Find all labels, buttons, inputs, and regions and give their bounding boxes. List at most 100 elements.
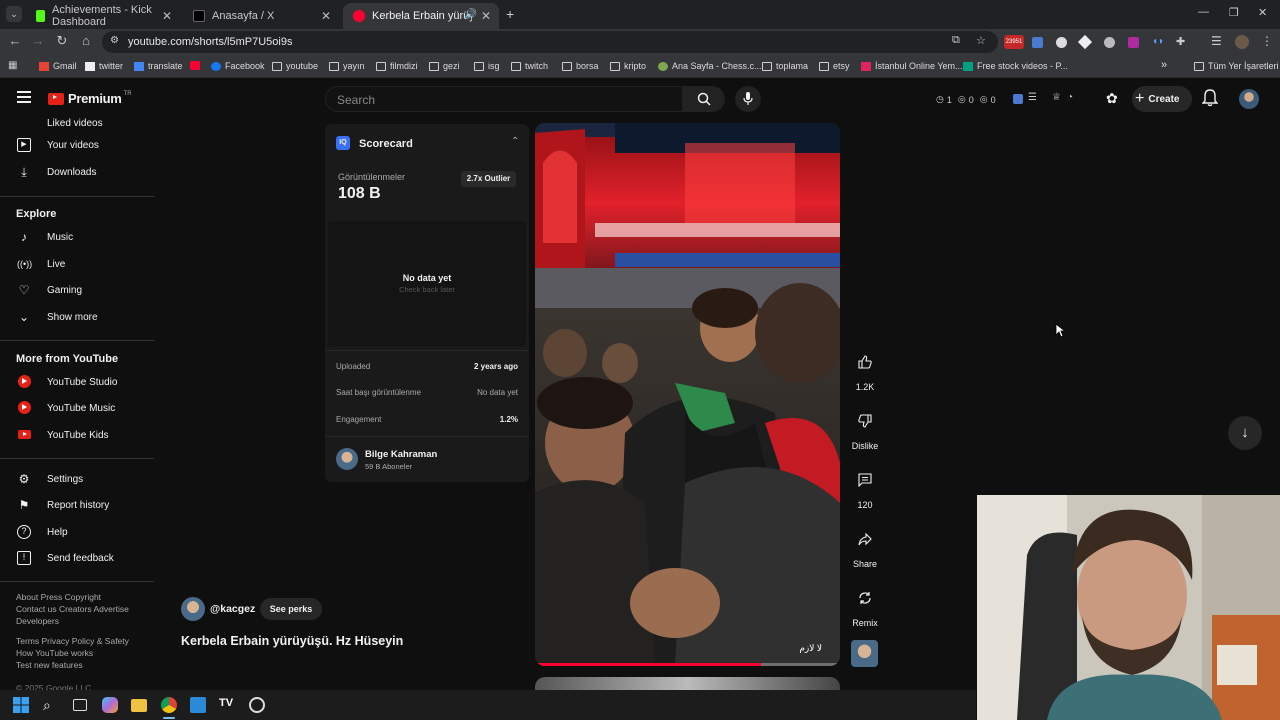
extension-icon[interactable]	[1013, 94, 1023, 104]
bookmark-filmdizi[interactable]: filmdizi	[376, 61, 418, 71]
bookmark-toplama[interactable]: toplama	[762, 61, 808, 71]
extension-icon[interactable]	[1056, 37, 1067, 48]
share-button[interactable]: Share	[849, 525, 881, 569]
copilot-icon[interactable]	[102, 697, 118, 713]
bookmark-all[interactable]: Tüm Yer İşaretleri	[1194, 61, 1279, 71]
extension-badge[interactable]: 23951	[1004, 35, 1024, 49]
header-stats[interactable]: ◷ 1 ◎ 0 ◎ 0	[936, 94, 996, 105]
notifications-bell-icon[interactable]	[1201, 89, 1219, 112]
home-icon[interactable]: ⌂	[77, 33, 95, 48]
like-button[interactable]: 1.2K	[849, 348, 881, 392]
profile-avatar[interactable]	[1235, 35, 1249, 49]
star-icon[interactable]: ☆	[976, 34, 986, 47]
sound-avatar[interactable]	[851, 640, 878, 667]
tradingview-icon[interactable]: TV	[219, 697, 235, 713]
footer-links[interactable]: Developers	[16, 616, 59, 626]
tab-x[interactable]: Anasayfa / X ✕	[183, 3, 339, 29]
channel-handle[interactable]: @kacgez	[210, 603, 255, 615]
speaker-icon[interactable]: 🔊	[465, 9, 477, 20]
bookmark-twitter[interactable]: twitter	[85, 61, 123, 71]
bookmark-kripto[interactable]: kripto	[610, 61, 646, 71]
remote-desktop-icon[interactable]	[190, 697, 206, 713]
footer-links[interactable]: About Press Copyright	[16, 592, 101, 602]
address-bar[interactable]: ⚙ youtube.com/shorts/l5mP7U5oi9s ⧉ ☆	[102, 31, 998, 53]
footer-links[interactable]: Terms Privacy Policy & Safety	[16, 636, 129, 646]
tab-youtube[interactable]: Kerbela Erbain yürüyüşü. H... 🔊 ✕	[343, 3, 499, 29]
task-view-icon[interactable]	[73, 699, 87, 711]
back-icon[interactable]: ←	[6, 33, 24, 48]
sidebar-item-help[interactable]: ? Help	[0, 519, 154, 545]
bookmark-borsa[interactable]: borsa	[562, 61, 599, 71]
bookmark-gmail[interactable]: Gmail	[39, 61, 77, 71]
search-button[interactable]	[683, 86, 725, 112]
tab-kick[interactable]: Achievements - Kick Dashboard ✕	[26, 3, 180, 29]
footer-links[interactable]: How YouTube works	[16, 648, 93, 658]
collapse-chevron-icon[interactable]: ⌃	[511, 136, 519, 147]
file-explorer-icon[interactable]	[131, 699, 147, 712]
close-icon[interactable]: ✕	[481, 9, 491, 23]
bookmark-yayin[interactable]: yayın	[329, 61, 365, 71]
footer-links[interactable]: Test new features	[16, 660, 83, 670]
windows-start-icon[interactable]	[13, 697, 29, 713]
video-progress-track[interactable]	[535, 663, 840, 666]
bookmark-translate[interactable]: translate	[134, 61, 183, 71]
new-tab-button[interactable]: +	[506, 6, 514, 22]
sidebar-item-show-more[interactable]: ⌄ Show more	[0, 304, 154, 330]
bookmark-isg[interactable]: isg	[474, 61, 500, 71]
sidebar-item-youtube-music[interactable]: YouTube Music	[0, 395, 154, 421]
sidebar-item-send-feedback[interactable]: ! Send feedback	[0, 545, 154, 571]
list-icon[interactable]: ☰	[1028, 92, 1037, 103]
reading-list-icon[interactable]: ☰	[1211, 34, 1222, 48]
channel-name[interactable]: Bilge Kahraman	[365, 449, 437, 460]
extension-icon[interactable]: ◖◗	[1152, 36, 1164, 47]
apps-grid-icon[interactable]: ▦	[8, 60, 17, 71]
bookmark-chess[interactable]: Ana Sayfa - Chess.c...	[658, 61, 762, 71]
notification-bell-small-icon[interactable]: ◔	[1067, 92, 1073, 103]
minimize-button[interactable]: —	[1198, 6, 1209, 18]
remix-button[interactable]: Remix	[849, 584, 881, 628]
next-video-button[interactable]: ↓	[1228, 416, 1262, 450]
sidebar-item-settings[interactable]: ⚙ Settings	[0, 466, 154, 492]
sidebar-item-gaming[interactable]: ♡ Gaming	[0, 277, 154, 303]
trophy-icon[interactable]: ♕	[1052, 92, 1061, 103]
dislike-button[interactable]: Dislike	[849, 407, 881, 451]
extension-gear-icon[interactable]: ✿	[1106, 90, 1118, 107]
extension-icon[interactable]	[1128, 37, 1139, 48]
sidebar-item-downloads[interactable]: ⤓ Downloads	[0, 159, 154, 185]
more-bookmarks-icon[interactable]: »	[1161, 59, 1167, 71]
channel-avatar[interactable]	[181, 597, 205, 621]
shorts-video-player[interactable]: لا لازم	[535, 123, 840, 666]
voice-search-button[interactable]	[735, 86, 761, 112]
bookmark-yemeksepeti[interactable]: İstanbul Online Yem...	[861, 61, 963, 71]
next-video-preview[interactable]	[535, 677, 840, 690]
youtube-logo[interactable]: Premium TR	[48, 91, 132, 106]
chrome-icon[interactable]	[161, 697, 177, 713]
comments-button[interactable]: 120	[849, 466, 881, 510]
sidebar-item-your-videos[interactable]: ▶ Your videos	[0, 132, 154, 158]
sidebar-item-report-history[interactable]: ⚑ Report history	[0, 492, 154, 518]
site-info-icon[interactable]: ⚙	[110, 35, 119, 46]
url-text[interactable]: youtube.com/shorts/l5mP7U5oi9s	[128, 36, 292, 48]
close-icon[interactable]: ✕	[162, 9, 172, 23]
bookmark-youtube[interactable]: youtube	[272, 61, 318, 71]
footer-links[interactable]: Contact us Creators Advertise	[16, 604, 129, 614]
hamburger-menu-icon[interactable]	[17, 91, 31, 103]
sidebar-item-youtube-kids[interactable]: YouTube Kids	[0, 422, 154, 448]
bookmark-etsy[interactable]: etsy	[819, 61, 850, 71]
see-perks-button[interactable]: See perks	[260, 598, 322, 620]
extension-icon[interactable]	[1104, 37, 1115, 48]
sidebar-item-music[interactable]: ♪ Music	[0, 224, 154, 250]
install-icon[interactable]: ⧉	[952, 34, 960, 47]
close-window-button[interactable]: ✕	[1258, 6, 1267, 19]
bookmark-pexels[interactable]: Free stock videos - P...	[963, 61, 1068, 71]
extension-icon[interactable]	[1077, 34, 1093, 50]
search-icon[interactable]: ⌕	[43, 697, 59, 713]
bookmark-facebook[interactable]: Facebook	[211, 61, 265, 71]
bookmark-gezi[interactable]: gezi	[429, 61, 460, 71]
reload-icon[interactable]: ↻	[53, 33, 71, 49]
extensions-puzzle-icon[interactable]: ✚	[1176, 35, 1185, 48]
bookmark-twitch[interactable]: twitch	[511, 61, 548, 71]
tab-search-icon[interactable]: ⌄	[6, 6, 22, 22]
bookmark-youtube-logo[interactable]	[190, 61, 204, 70]
close-icon[interactable]: ✕	[321, 9, 331, 23]
